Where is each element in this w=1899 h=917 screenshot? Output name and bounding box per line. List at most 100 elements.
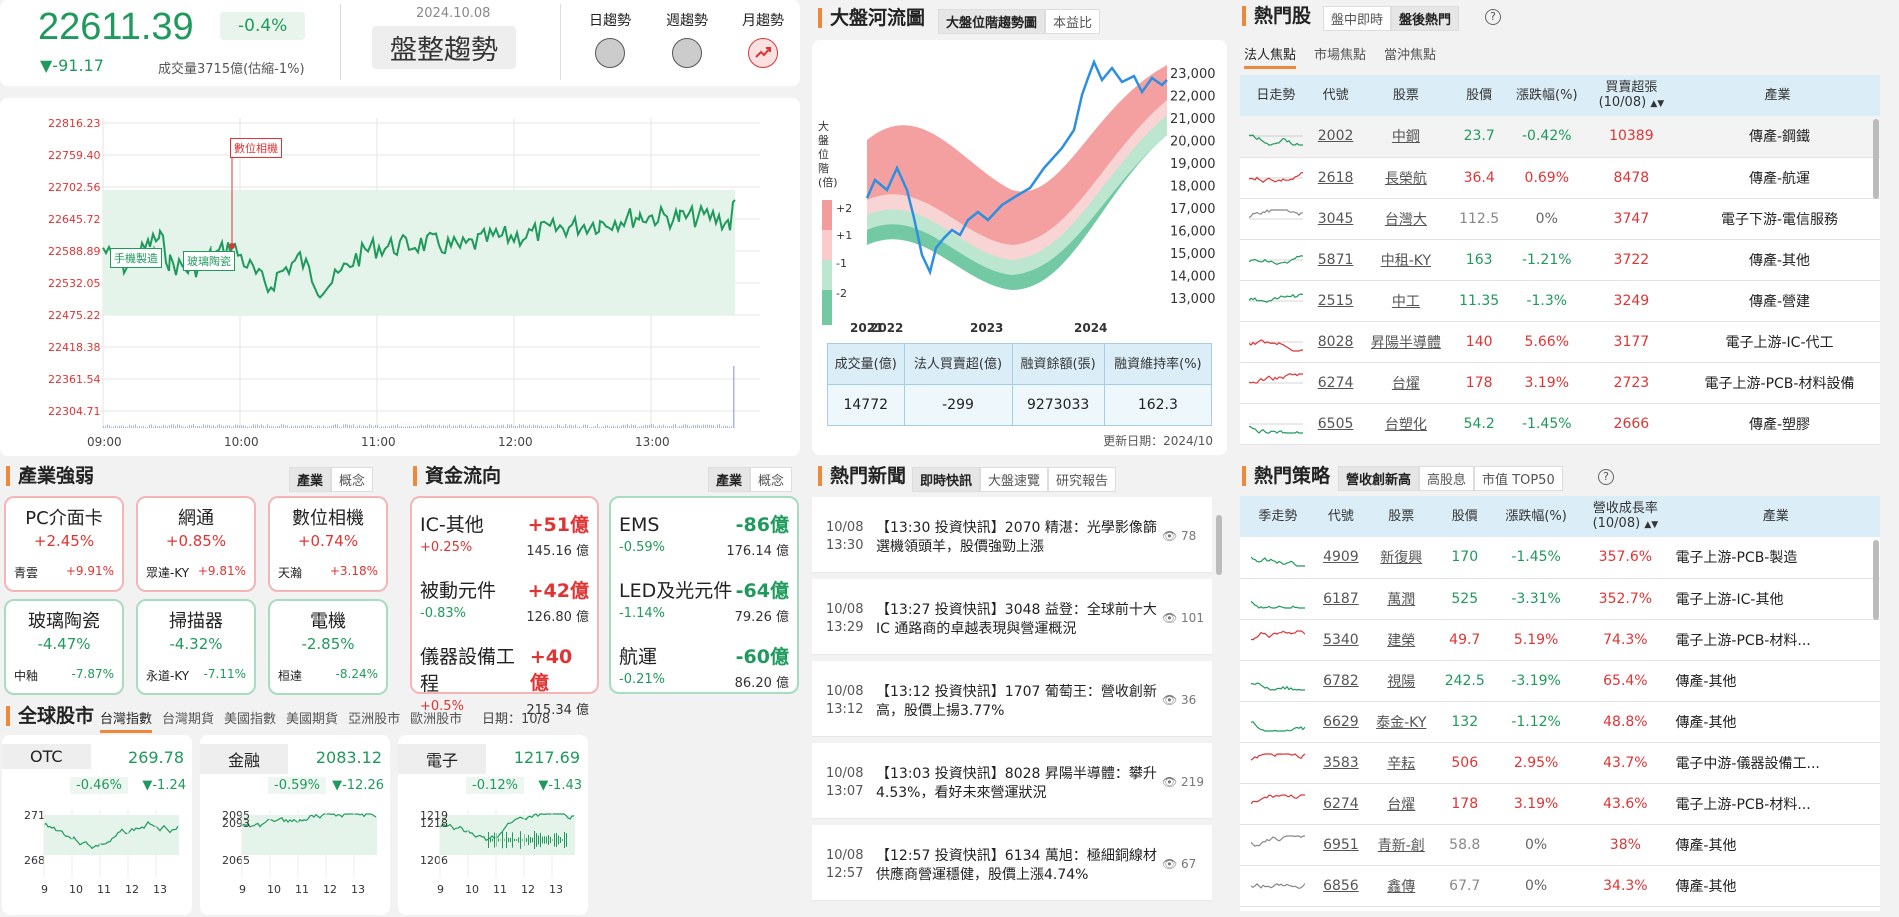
cell-name[interactable]: 台燿 — [1359, 362, 1453, 404]
tab-news-market[interactable]: 大盤速覽 — [980, 467, 1049, 492]
tag-phone[interactable]: 手機製造 — [110, 248, 162, 268]
news-scrollbar[interactable] — [1216, 515, 1222, 575]
trend-week[interactable]: 週趨勢 — [662, 10, 712, 68]
tab-industry[interactable]: 產業 — [289, 467, 332, 492]
cell-name[interactable]: 鑫傳 — [1365, 865, 1437, 907]
fund-item[interactable]: 被動元件 +42億 -0.83% 126.80 億 — [420, 564, 589, 630]
table-row[interactable]: 5340 建榮 49.7 5.19% 74.3% 電子上游-PCB-材料... — [1240, 619, 1880, 661]
cell-code[interactable]: 5340 — [1315, 619, 1366, 661]
cell-name[interactable]: 泰金-KY — [1365, 701, 1437, 743]
industry-box[interactable]: PC介面卡 +2.45% 青雲 +9.91% — [4, 496, 124, 592]
global-tab[interactable]: 台灣指數 — [100, 708, 153, 733]
cell-code[interactable]: 8028 — [1311, 321, 1360, 363]
cell-name[interactable]: 辛耘 — [1365, 742, 1437, 784]
cell-name[interactable]: 視陽 — [1365, 660, 1437, 702]
fund-item[interactable]: 儀器設備工程 +40億 +0.5% 215.34 億 — [420, 630, 589, 718]
strategy-col-header[interactable]: 營收成長率 (10/08) ▲▼ — [1579, 496, 1672, 537]
industry-box[interactable]: 玻璃陶瓷 -4.47% 中釉 -7.87% — [4, 599, 124, 695]
cell-code[interactable]: 6856 — [1315, 865, 1366, 907]
trend-day[interactable]: 日趨勢 — [585, 10, 635, 68]
news-item[interactable]: 10/08 13:29 【13:27 投資快訊】3048 益登：全球前十大 IC … — [812, 579, 1212, 655]
cell-code[interactable]: 6782 — [1315, 660, 1366, 702]
global-tab[interactable]: 亞洲股市 — [348, 708, 400, 733]
tab-strategy-revenue[interactable]: 營收創新高 — [1338, 466, 1420, 491]
cell-code[interactable]: 2002 — [1311, 116, 1360, 158]
tab-hot-intraday[interactable]: 盤中即時 — [1323, 6, 1392, 31]
news-item[interactable]: 10/08 12:57 【12:57 投資快訊】6134 萬旭：極細銅線材供應商營… — [812, 825, 1212, 901]
tab-hot-after[interactable]: 盤後熱門 — [1391, 6, 1460, 31]
intraday-chart[interactable]: 22816.23 22759.40 22702.56 22645.72 22588.89… — [0, 98, 800, 456]
hot-col-header[interactable]: 買賣超張 (10/08) ▲▼ — [1587, 75, 1676, 116]
news-item[interactable]: 10/08 13:07 【13:03 投資快訊】8028 昇陽半導體：攀升4.53… — [812, 743, 1212, 819]
hot-help-icon[interactable]: ? — [1485, 9, 1501, 25]
global-tab[interactable]: 美國期貨 — [286, 708, 338, 733]
cell-name[interactable]: 昇陽半導體 — [1359, 321, 1453, 363]
cell-code[interactable]: 6274 — [1315, 783, 1366, 825]
table-row[interactable]: 6629 泰金-KY 132 -1.12% 48.8% 傳產-其他 — [1240, 701, 1880, 743]
industry-top-stock[interactable]: 永道-KY — [146, 667, 189, 684]
industry-box[interactable]: 電機 -2.85% 桓達 -8.24% — [268, 599, 388, 695]
cell-code[interactable]: 6187 — [1315, 578, 1366, 620]
cell-code[interactable]: 2618 — [1311, 157, 1360, 199]
global-tab[interactable]: 美國指數 — [224, 708, 276, 733]
industry-box[interactable]: 掃描器 -4.32% 永道-KY -7.11% — [136, 599, 256, 695]
global-index-card[interactable]: 電子 1217.69 -0.12% ▼-1.43 1219 1218 1206 9 10… — [398, 735, 588, 915]
cell-name[interactable]: 萬潤 — [1365, 578, 1437, 620]
table-row[interactable]: 6951 青新-創 58.8 0% 38% 傳產-其他 — [1240, 824, 1880, 866]
strategy-help-icon[interactable]: ? — [1598, 469, 1614, 485]
trend-month[interactable]: 月趨勢 — [738, 10, 788, 68]
news-headline[interactable]: 【13:27 投資快訊】3048 益登：全球前十大 IC 通路商的卓越表現與營運… — [870, 579, 1162, 654]
cell-name[interactable]: 台塑化 — [1359, 403, 1453, 445]
industry-box[interactable]: 網通 +0.85% 眾達-KY +9.81% — [136, 496, 256, 592]
subtab-institutional[interactable]: 法人焦點 — [1244, 44, 1297, 69]
table-row[interactable]: 2002 中鋼 23.7 -0.42% 10389 傳產-鋼鐵 — [1240, 116, 1880, 158]
table-row[interactable]: 8028 昇陽半導體 140 5.66% 3177 電子上游-IC-代工 — [1240, 321, 1880, 363]
industry-top-stock[interactable]: 青雲 — [14, 564, 38, 581]
news-item[interactable]: 10/08 13:30 【13:30 投資快訊】2070 精湛：光學影像篩選機領頭… — [812, 497, 1212, 573]
table-row[interactable]: 4909 新復興 170 -1.45% 357.6% 電子上游-PCB-製造 — [1240, 537, 1880, 579]
news-headline[interactable]: 【13:30 投資快訊】2070 精湛：光學影像篩選機領頭羊，股價強勁上漲 — [870, 497, 1162, 572]
tag-digital-camera[interactable]: 數位相機 — [230, 138, 282, 158]
cell-name[interactable]: 長榮航 — [1359, 157, 1453, 199]
tab-river-trend[interactable]: 大盤位階趨勢圖 — [938, 9, 1046, 34]
cell-name[interactable]: 新復興 — [1365, 537, 1437, 579]
industry-top-stock[interactable]: 桓達 — [278, 667, 302, 684]
cell-name[interactable]: 台燿 — [1365, 783, 1437, 825]
industry-box[interactable]: 數位相機 +0.74% 天瀚 +3.18% — [268, 496, 388, 592]
industry-top-stock[interactable]: 天瀚 — [278, 564, 302, 581]
tab-news-research[interactable]: 研究報告 — [1048, 467, 1117, 492]
table-row[interactable]: 6274 台燿 178 3.19% 43.6% 電子上游-PCB-材料... — [1240, 783, 1880, 825]
subtab-daytrade[interactable]: 當沖焦點 — [1384, 44, 1436, 69]
table-row[interactable]: 6274 台燿 178 3.19% 2723 電子上游-PCB-材料設備 — [1240, 362, 1880, 404]
cell-code[interactable]: 6629 — [1315, 701, 1366, 743]
table-row[interactable]: 6856 鑫傳 67.7 0% 34.3% 傳產-其他 — [1240, 865, 1880, 907]
news-item[interactable]: 10/08 13:12 【13:12 投資快訊】1707 葡萄王：營收創新高，股價… — [812, 661, 1212, 737]
cell-name[interactable]: 中鋼 — [1359, 116, 1453, 158]
tag-glass[interactable]: 玻璃陶瓷 — [183, 251, 235, 271]
table-row[interactable]: 2515 中工 11.35 -1.3% 3249 傳產-營建 — [1240, 280, 1880, 322]
table-row[interactable]: 6782 視陽 242.5 -3.19% 65.4% 傳產-其他 — [1240, 660, 1880, 702]
cell-code[interactable]: 6951 — [1315, 824, 1366, 866]
global-index-card[interactable]: OTC 269.78 -0.46% ▼-1.24 271 268 9 10 11 12 13 — [2, 735, 192, 915]
tab-fund-concept[interactable]: 概念 — [750, 467, 793, 492]
news-headline[interactable]: 【12:57 投資快訊】6134 萬旭：極細銅線材供應商營運穩健，股價上漲4.7… — [870, 825, 1162, 900]
table-row[interactable]: 6187 萬潤 525 -3.31% 352.7% 電子上游-IC-其他 — [1240, 578, 1880, 620]
cell-code[interactable]: 6274 — [1311, 362, 1360, 404]
tab-news-live[interactable]: 即時快訊 — [912, 467, 981, 492]
subtab-market[interactable]: 市場焦點 — [1314, 44, 1366, 69]
tab-river-pe[interactable]: 本益比 — [1045, 9, 1101, 34]
tab-concept[interactable]: 概念 — [331, 467, 374, 492]
cell-code[interactable]: 3045 — [1311, 198, 1360, 240]
cell-code[interactable]: 4909 — [1315, 537, 1366, 579]
cell-name[interactable]: 青新-創 — [1365, 824, 1437, 866]
strategy-scrollbar[interactable] — [1873, 540, 1879, 620]
cell-name[interactable]: 建榮 — [1365, 619, 1437, 661]
table-row[interactable]: 3583 辛耘 506 2.95% 43.7% 電子中游-儀器設備工... — [1240, 742, 1880, 784]
cell-name[interactable]: 台灣大 — [1359, 198, 1453, 240]
fund-item[interactable]: IC-其他 +51億 +0.25% 145.16 億 — [420, 498, 589, 564]
tab-strategy-dividend[interactable]: 高股息 — [1419, 466, 1475, 491]
cell-code[interactable]: 5871 — [1311, 239, 1360, 281]
cell-code[interactable]: 2515 — [1311, 280, 1360, 322]
cell-name[interactable]: 中工 — [1359, 280, 1453, 322]
tab-strategy-top50[interactable]: 市值 TOP50 — [1474, 466, 1563, 491]
